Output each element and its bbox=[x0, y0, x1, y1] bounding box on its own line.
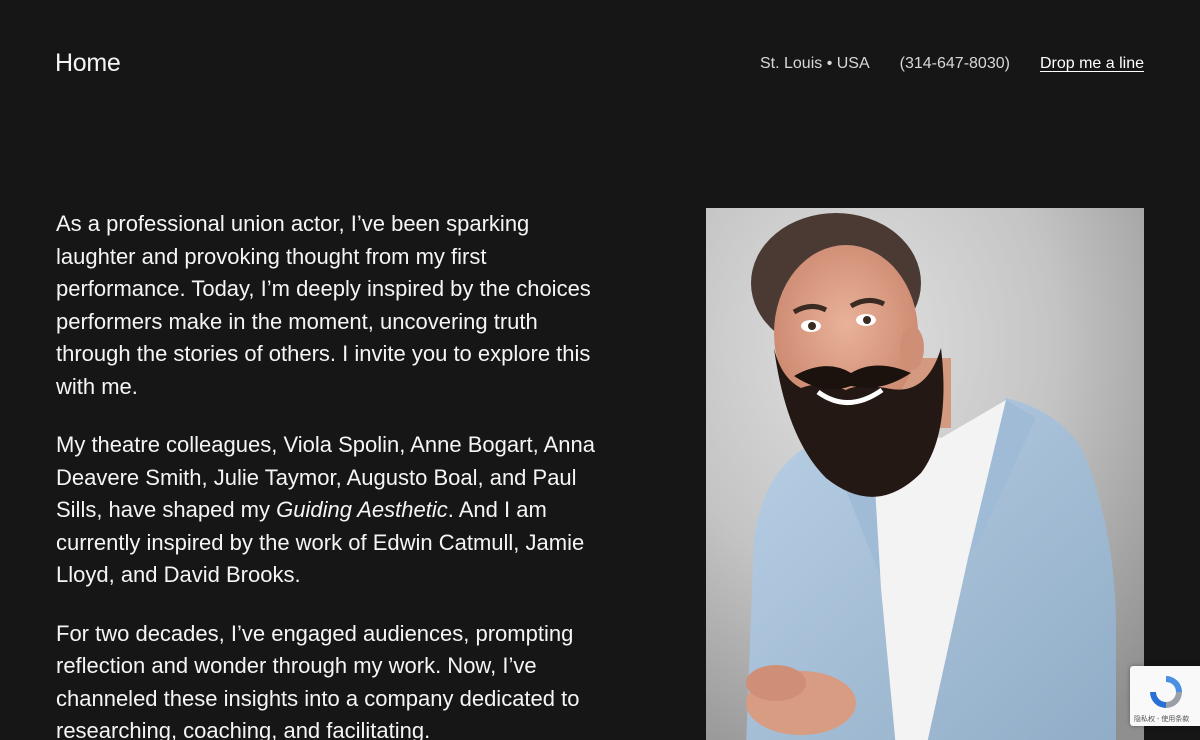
recaptcha-logo-icon bbox=[1150, 676, 1182, 708]
location-text: St. Louis • USA bbox=[760, 55, 870, 72]
bio-section: As a professional union actor, I’ve been… bbox=[56, 208, 601, 740]
home-link[interactable]: Home bbox=[55, 47, 121, 79]
guiding-aesthetic-emphasis: Guiding Aesthetic bbox=[276, 497, 448, 522]
portrait-photo bbox=[706, 208, 1144, 740]
recaptcha-terms-text[interactable]: 隐私权 - 使用条款 bbox=[1134, 714, 1189, 724]
recaptcha-badge[interactable]: 隐私权 - 使用条款 bbox=[1130, 666, 1200, 726]
bio-paragraph-2: My theatre colleagues, Viola Spolin, Ann… bbox=[56, 429, 601, 592]
site-header: Home St. Louis • USA (314-647-8030) Drop… bbox=[0, 0, 1200, 128]
drop-me-a-line-link[interactable]: Drop me a line bbox=[1040, 53, 1144, 75]
portrait-illustration bbox=[706, 208, 1144, 740]
page: Home St. Louis • USA (314-647-8030) Drop… bbox=[0, 0, 1200, 740]
phone-text: (314-647-8030) bbox=[899, 55, 1010, 72]
contact-nav: St. Louis • USA (314-647-8030) Drop me a… bbox=[760, 53, 1144, 75]
bio-paragraph-3: For two decades, I’ve engaged audiences,… bbox=[56, 620, 580, 740]
bio-paragraph-1: As a professional union actor, I’ve been… bbox=[56, 211, 591, 399]
